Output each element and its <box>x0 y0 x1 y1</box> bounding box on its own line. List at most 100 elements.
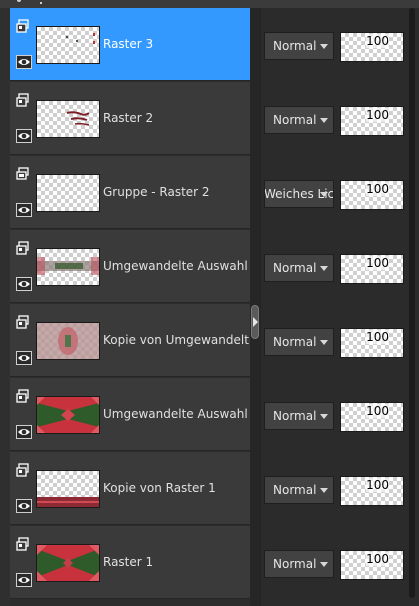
caret-down-icon <box>320 118 328 123</box>
caret-down-icon <box>320 562 328 567</box>
opacity-value: 100 <box>366 34 389 48</box>
blend-mode-dropdown[interactable]: Normal <box>264 32 334 60</box>
eye-icon[interactable] <box>16 202 32 217</box>
layer-properties-row: Normal 100 <box>261 452 419 525</box>
layer-properties-row: Weiches Licht 100 <box>261 156 419 229</box>
palette-top-strip <box>0 0 419 8</box>
thumbnail-art <box>37 397 99 433</box>
layer-thumbnail <box>36 100 100 138</box>
layer-thumbnail <box>36 396 100 434</box>
caret-down-icon <box>320 340 328 345</box>
layer-row[interactable]: Umgewandelte Auswahl 1 <box>10 230 250 303</box>
top-dash <box>40 2 42 4</box>
eye-icon[interactable] <box>16 128 32 143</box>
thumbnail-art <box>37 497 99 507</box>
opacity-field[interactable]: 100 <box>340 476 404 506</box>
blend-mode-value: Normal <box>273 261 317 275</box>
blend-mode-dropdown[interactable]: Normal <box>264 254 334 282</box>
raster-layer-icon <box>16 314 30 329</box>
scrollbar-thumb[interactable] <box>409 8 415 598</box>
layer-row-icons <box>14 156 34 228</box>
opacity-value: 100 <box>366 404 389 418</box>
layer-thumbnail <box>36 248 100 286</box>
eye-icon[interactable] <box>16 498 32 513</box>
caret-down-icon <box>320 266 328 271</box>
layer-row-icons <box>14 452 34 524</box>
opacity-field[interactable]: 100 <box>340 32 404 62</box>
eye-icon[interactable] <box>16 572 32 587</box>
thumbnail-art <box>66 111 90 126</box>
blend-mode-dropdown[interactable]: Normal <box>264 106 334 134</box>
layer-properties-row: Normal 100 <box>261 8 419 81</box>
eye-icon[interactable] <box>16 350 32 365</box>
thumbnail-art <box>37 175 99 211</box>
layer-name: Umgewandelte Auswahl 1 <box>103 259 249 273</box>
blend-mode-dropdown[interactable]: Weiches Licht <box>264 180 334 208</box>
eye-icon[interactable] <box>16 54 32 69</box>
blend-mode-value: Normal <box>273 557 317 571</box>
collapse-handle[interactable] <box>251 305 259 339</box>
raster-layer-icon <box>16 536 30 551</box>
layer-properties-column: Normal100Normal100Weiches Licht100Normal… <box>261 8 419 606</box>
caret-down-icon <box>320 488 328 493</box>
left-gutter <box>0 8 10 606</box>
opacity-field[interactable]: 100 <box>340 402 404 432</box>
blend-mode-value: Normal <box>273 113 317 127</box>
layers-palette: Raster 3 Raster 2 Gruppe - Raster 2 Umgewan… <box>0 0 419 606</box>
layer-properties-row: Normal 100 <box>261 230 419 303</box>
layer-row[interactable]: Raster 3 <box>10 8 250 81</box>
blend-mode-value: Weiches Licht <box>264 187 334 201</box>
opacity-field[interactable]: 100 <box>340 550 404 580</box>
blend-mode-value: Normal <box>273 409 317 423</box>
opacity-field[interactable]: 100 <box>340 328 404 358</box>
raster-layer-icon <box>16 240 30 255</box>
raster-layer-icon <box>16 388 30 403</box>
blend-mode-value: Normal <box>273 335 317 349</box>
layer-name: Gruppe - Raster 2 <box>103 185 210 199</box>
layer-row-icons <box>14 526 34 598</box>
raster-layer-icon <box>16 92 30 107</box>
opacity-field[interactable]: 100 <box>340 106 404 136</box>
opacity-value: 100 <box>366 256 389 270</box>
layer-thumbnail <box>36 174 100 212</box>
layer-thumbnail <box>36 470 100 508</box>
layer-properties-row: Normal 100 <box>261 378 419 451</box>
opacity-field[interactable]: 100 <box>340 254 404 284</box>
layer-properties-row: Normal 100 <box>261 304 419 377</box>
eye-icon[interactable] <box>16 276 32 291</box>
blend-mode-dropdown[interactable]: Normal <box>264 328 334 356</box>
layer-row-icons <box>14 304 34 376</box>
layer-thumbnail <box>36 26 100 64</box>
blend-mode-dropdown[interactable]: Normal <box>264 402 334 430</box>
opacity-field[interactable]: 100 <box>340 180 404 210</box>
layer-row-icons <box>14 378 34 450</box>
layer-row[interactable]: Gruppe - Raster 2 <box>10 156 250 229</box>
layer-name: Raster 1 <box>103 555 154 569</box>
blend-mode-dropdown[interactable]: Normal <box>264 476 334 504</box>
layer-row[interactable]: Kopie von Raster 1 <box>10 452 250 525</box>
layer-name: Kopie von Umgewandelte Auswahl <box>103 333 249 347</box>
opacity-value: 100 <box>366 330 389 344</box>
top-dot <box>17 0 21 2</box>
layer-row[interactable]: Raster 1 <box>10 526 250 599</box>
opacity-value: 100 <box>366 552 389 566</box>
layer-properties-row: Normal 100 <box>261 526 419 599</box>
layer-row[interactable]: Kopie von Umgewandelte Auswahl <box>10 304 250 377</box>
blend-mode-dropdown[interactable]: Normal <box>264 550 334 578</box>
blend-mode-value: Normal <box>273 39 317 53</box>
layer-name: Raster 2 <box>103 111 154 125</box>
layer-thumbnail <box>36 322 100 360</box>
layer-row-icons <box>14 230 34 302</box>
caret-down-icon <box>320 44 328 49</box>
opacity-value: 100 <box>366 108 389 122</box>
layer-properties-row: Normal 100 <box>261 82 419 155</box>
caret-down-icon <box>320 192 328 197</box>
thumbnail-art <box>37 545 99 581</box>
layer-name: Umgewandelte Auswahl <box>103 407 248 421</box>
layer-row[interactable]: Raster 2 <box>10 82 250 155</box>
group-layer-icon <box>16 166 30 180</box>
blend-mode-value: Normal <box>273 483 317 497</box>
layer-row[interactable]: Umgewandelte Auswahl <box>10 378 250 451</box>
eye-icon[interactable] <box>16 424 32 439</box>
expand-arrow-icon <box>253 317 258 327</box>
